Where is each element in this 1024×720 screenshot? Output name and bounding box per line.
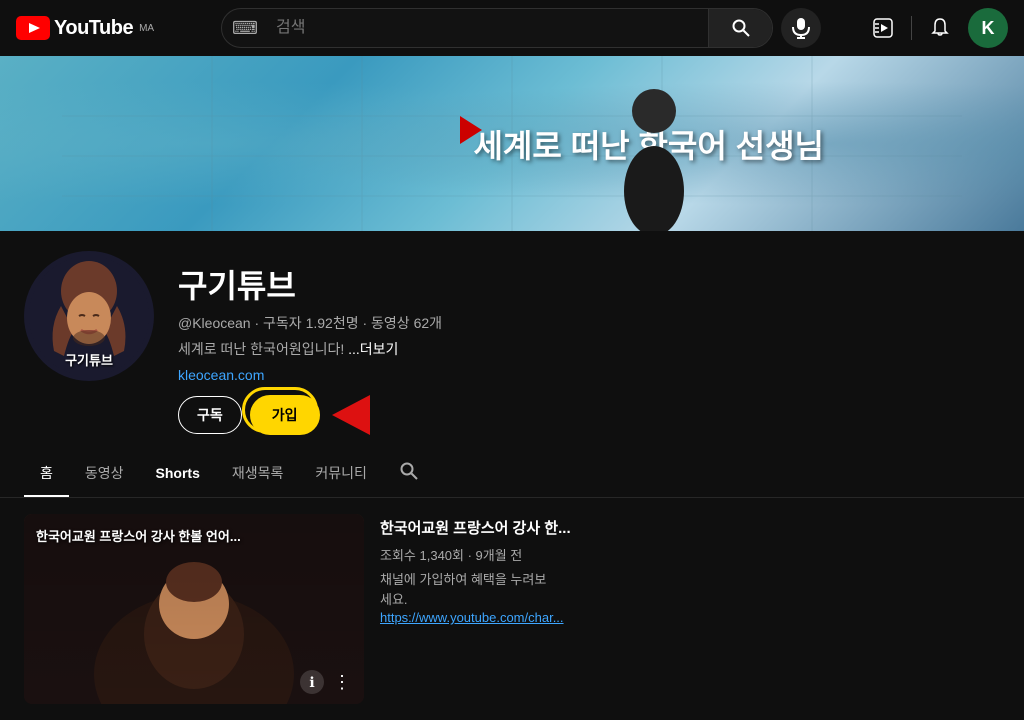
channel-more-button[interactable]: ...더보기 <box>348 341 398 357</box>
video-card: 한국어교원 프랑스어 강사 한볼 언어... ℹ ⋮ <box>24 514 364 704</box>
mic-button[interactable] <box>781 8 821 48</box>
header-left: YouTube MA <box>16 16 196 40</box>
video-side-views: 조회수 1,340회 · 9개월 전 <box>380 545 1000 564</box>
site-header: YouTube MA ⌨ <box>0 0 1024 56</box>
header-right: K <box>863 8 1008 48</box>
notifications-button[interactable] <box>920 8 960 48</box>
youtube-logo[interactable]: YouTube MA <box>16 16 154 40</box>
video-title-overlay: 한국어교원 프랑스어 강사 한볼 언어... <box>36 526 314 545</box>
channel-meta: 구기튜브 @Kleocean · 구독자 1.92천명 · 동영상 62개 세계… <box>178 251 1000 435</box>
tab-community[interactable]: 커뮤니티 <box>299 451 383 497</box>
video-menu-icon[interactable]: ⋮ <box>330 670 354 694</box>
channel-actions: 구독 가입 <box>178 395 1000 435</box>
youtube-wordmark: YouTube <box>54 17 133 40</box>
video-info-icon[interactable]: ℹ <box>300 670 324 694</box>
channel-stats: @Kleocean · 구독자 1.92천명 · 동영상 62개 <box>178 313 1000 333</box>
channel-handle: @Kleocean <box>178 315 251 331</box>
join-area: 가입 <box>250 395 320 435</box>
video-thumbnail: 한국어교원 프랑스어 강사 한볼 언어... ℹ ⋮ <box>24 514 364 704</box>
channel-avatar: 구기튜브 <box>24 251 154 381</box>
channel-name: 구기튜브 <box>178 261 1000 307</box>
banner-arrow-decoration <box>460 116 482 144</box>
channel-description: 세계로 떠난 한국어원입니다! ...더보기 <box>178 339 1000 359</box>
user-avatar-button[interactable]: K <box>968 8 1008 48</box>
channel-search-icon <box>399 461 419 481</box>
video-desc-line1: 채널에 가입하여 혜택을 누려보 <box>380 572 546 587</box>
content-area: 한국어교원 프랑스어 강사 한볼 언어... ℹ ⋮ 한국어교원 프랑스어 강사… <box>0 498 1024 720</box>
channel-video-count: 동영상 62개 <box>371 315 442 331</box>
video-side-link[interactable]: https://www.youtube.com/char... <box>380 610 564 625</box>
person-svg <box>604 81 704 231</box>
channel-info: 구기튜브 구기튜브 @Kleocean · 구독자 1.92천명 · 동영상 6… <box>0 231 1024 435</box>
channel-nav: 홈 동영상 Shorts 재생목록 커뮤니티 <box>0 451 1024 498</box>
video-side-info: 한국어교원 프랑스어 강사 한... 조회수 1,340회 · 9개월 전 채널… <box>380 514 1000 704</box>
header-divider <box>911 16 912 40</box>
search-bar: ⌨ <box>221 8 773 48</box>
join-arrow-decoration <box>332 395 370 435</box>
create-icon <box>872 17 894 39</box>
search-area: ⌨ <box>221 8 821 48</box>
search-button[interactable] <box>708 8 772 48</box>
channel-subscribers: 구독자 1.92천명 <box>263 315 359 331</box>
video-side-desc: 채널에 가입하여 혜택을 누려보 세요. <box>380 570 1000 609</box>
tab-videos[interactable]: 동영상 <box>69 451 140 497</box>
mic-icon <box>792 17 810 39</box>
youtube-badge: MA <box>139 23 154 34</box>
channel-website-link[interactable]: kleocean.com <box>178 367 1000 383</box>
bell-icon <box>929 17 951 39</box>
channel-avatar-wrap: 구기튜브 <box>24 251 154 381</box>
join-button[interactable]: 가입 <box>250 395 320 435</box>
create-button[interactable] <box>863 8 903 48</box>
video-side-title: 한국어교원 프랑스어 강사 한... <box>380 518 1000 539</box>
arrow-icon <box>332 395 370 435</box>
tab-home[interactable]: 홈 <box>24 451 69 497</box>
video-desc-line2: 세요. <box>380 592 408 607</box>
tab-shorts[interactable]: Shorts <box>140 453 216 495</box>
search-input[interactable] <box>268 19 708 37</box>
youtube-logo-icon <box>16 16 50 40</box>
subscribe-button[interactable]: 구독 <box>178 396 242 434</box>
keyboard-icon[interactable]: ⌨ <box>222 18 268 39</box>
channel-search-button[interactable] <box>391 453 427 495</box>
tab-playlists[interactable]: 재생목록 <box>216 451 300 497</box>
search-icon <box>731 18 751 38</box>
banner-person <box>604 81 704 231</box>
channel-avatar-label: 구기튜브 <box>65 350 113 369</box>
channel-banner: 세계로 떠난 한국어 선생님 <box>0 56 1024 231</box>
